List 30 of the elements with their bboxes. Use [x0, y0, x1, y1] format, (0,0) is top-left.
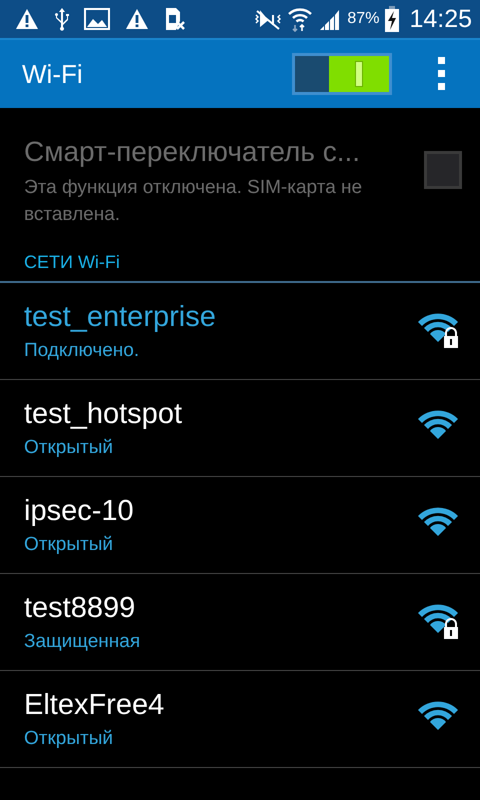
network-name: test_hotspot — [24, 398, 183, 430]
network-name: EltexFree4 — [24, 688, 166, 722]
battery-charging-icon — [385, 6, 400, 32]
network-item[interactable]: ipsec-10 Открытый — [0, 477, 480, 574]
wifi-signal-icon — [287, 6, 314, 32]
warning-icon — [14, 7, 40, 31]
network-status: Подключено. — [24, 340, 140, 362]
clock: 14:25 — [409, 4, 472, 34]
wifi-toggle[interactable] — [292, 53, 392, 95]
network-item[interactable]: test8899 Защищенная — [0, 574, 480, 671]
network-name: ipsec-10 — [24, 494, 135, 528]
warning-icon — [124, 7, 150, 31]
network-status: Открытый — [24, 728, 114, 750]
network-item[interactable]: test_hotspot Открытый — [0, 380, 480, 477]
network-item[interactable]: EltexFree4 Открытый — [0, 671, 480, 768]
setting-summary: Эта функция отключена. SIM-карта не вставлена. — [24, 176, 364, 227]
network-status: Открытый — [24, 436, 114, 458]
network-status: Открытый — [24, 534, 114, 556]
overflow-menu-icon[interactable] — [438, 57, 446, 91]
setting-title: Смарт-переключатель с... — [24, 136, 362, 168]
network-name: test_enterprise — [24, 300, 217, 334]
network-status: Защищенная — [24, 630, 142, 652]
no-sim-icon — [164, 7, 186, 31]
usb-icon — [54, 7, 70, 31]
section-header: СЕТИ Wi-Fi — [23, 251, 121, 274]
network-name: test8899 — [24, 592, 136, 624]
image-icon — [84, 8, 110, 30]
battery-percent: 87% — [347, 10, 380, 28]
network-item[interactable]: test_enterprise Подключено. — [0, 283, 480, 380]
screen-title: Wi-Fi — [22, 58, 84, 90]
